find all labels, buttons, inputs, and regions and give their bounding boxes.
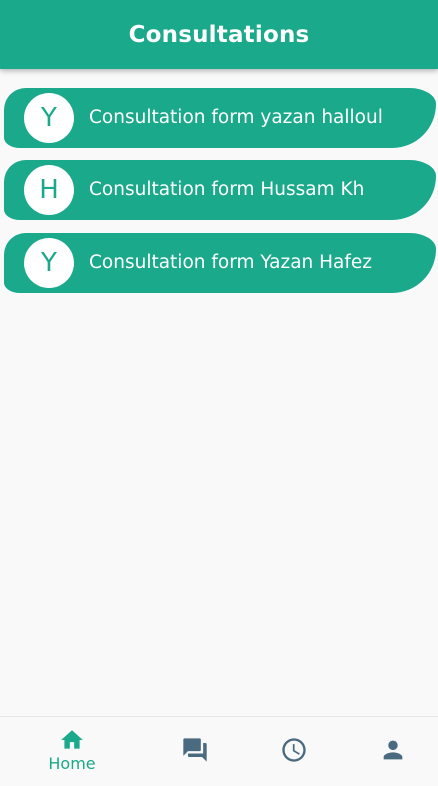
nav-history[interactable]: [269, 717, 319, 786]
nav-profile[interactable]: [368, 717, 418, 786]
avatar-initial: Y: [41, 103, 57, 133]
consultation-card[interactable]: H Consultation form Hussam Kh: [4, 160, 436, 220]
page-title: Consultations: [128, 21, 310, 48]
consultation-label: Consultation form yazan halloul: [89, 107, 383, 128]
avatar: Y: [24, 93, 74, 143]
bottom-navigation: Home: [0, 716, 438, 786]
avatar: H: [24, 165, 74, 215]
consultation-label: Consultation form Yazan Hafez: [89, 252, 372, 273]
chat-icon: [183, 738, 207, 762]
avatar-initial: H: [39, 175, 59, 205]
app-bar: Consultations: [0, 0, 438, 69]
consultation-label: Consultation form Hussam Kh: [89, 179, 365, 200]
avatar: Y: [24, 238, 74, 288]
clock-icon: [282, 738, 306, 762]
consultation-card[interactable]: Y Consultation form Yazan Hafez: [4, 233, 436, 293]
nav-home-label: Home: [48, 754, 96, 773]
app-screen: Consultations Y Consultation form yazan …: [0, 0, 438, 786]
consultation-card[interactable]: Y Consultation form yazan halloul: [4, 88, 436, 148]
home-icon: [61, 730, 83, 749]
avatar-initial: Y: [41, 248, 57, 278]
nav-home[interactable]: Home: [40, 717, 104, 786]
nav-chat[interactable]: [170, 717, 220, 786]
person-icon: [383, 740, 403, 760]
